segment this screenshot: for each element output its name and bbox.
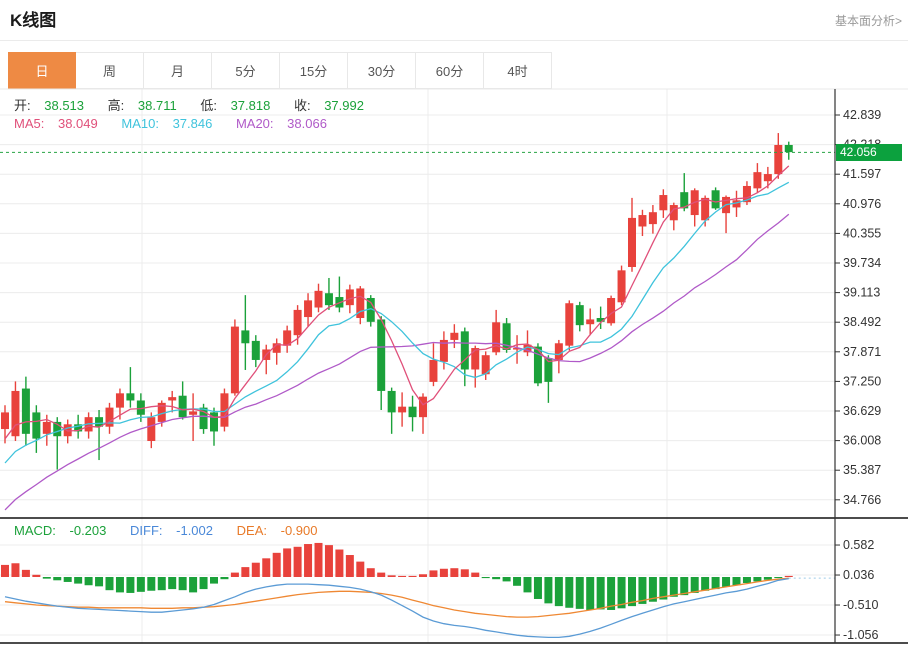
ma20-value: 38.066 (287, 116, 327, 131)
svg-text:40.976: 40.976 (843, 197, 881, 211)
svg-text:39.113: 39.113 (843, 286, 880, 300)
dea-label: DEA: (237, 523, 267, 538)
low-value: 37.818 (231, 98, 271, 113)
svg-text:0.036: 0.036 (843, 568, 874, 582)
dea-value: -0.900 (281, 523, 318, 538)
high-value: 38.711 (138, 98, 177, 113)
ohlc-row: 开: 38.513 高: 38.711 低: 37.818 收: 37.992 (14, 95, 384, 114)
svg-text:41.597: 41.597 (843, 167, 881, 181)
svg-text:36.008: 36.008 (843, 434, 881, 448)
macd-row: MACD: -0.203 DIFF: -1.002 DEA: -0.900 (14, 523, 337, 538)
gridlines (0, 89, 835, 643)
current-price-badge: 42.056 (836, 144, 902, 161)
axis-labels: 42.83942.21841.59740.97640.35539.73439.1… (835, 108, 881, 642)
kline-page: K线图 基本面分析> 日周月5分15分30分60分4时 42.83942.218… (0, 0, 908, 647)
svg-text:-1.056: -1.056 (843, 628, 878, 642)
svg-text:37.871: 37.871 (843, 345, 881, 359)
close-label: 收: (294, 98, 311, 113)
open-label: 开: (14, 98, 31, 113)
ma5-label: MA5: (14, 116, 44, 131)
svg-text:39.734: 39.734 (843, 256, 881, 270)
macd-histogram (1, 543, 793, 610)
svg-text:38.492: 38.492 (843, 315, 881, 329)
svg-text:35.387: 35.387 (843, 463, 881, 477)
macd-value: -0.203 (70, 523, 107, 538)
high-label: 高: (108, 98, 125, 113)
ma10-value: 37.846 (173, 116, 213, 131)
open-value: 38.513 (44, 98, 84, 113)
diff-label: DIFF: (130, 523, 163, 538)
macd-label: MACD: (14, 523, 56, 538)
svg-text:42.839: 42.839 (843, 108, 881, 122)
diff-value: -1.002 (176, 523, 213, 538)
svg-text:-0.510: -0.510 (843, 598, 878, 612)
close-value: 37.992 (324, 98, 364, 113)
ma20-label: MA20: (236, 116, 274, 131)
ma5-value: 38.049 (58, 116, 98, 131)
svg-text:37.250: 37.250 (843, 374, 881, 388)
candlesticks (1, 133, 793, 470)
ma-row: MA5: 38.049 MA10: 37.846 MA20: 38.066 (14, 116, 347, 131)
ma10-label: MA10: (121, 116, 159, 131)
svg-text:40.355: 40.355 (843, 226, 881, 240)
svg-text:34.766: 34.766 (843, 493, 881, 507)
ma20-line (5, 214, 789, 510)
low-label: 低: (200, 98, 217, 113)
svg-text:36.629: 36.629 (843, 404, 881, 418)
svg-text:0.582: 0.582 (843, 538, 874, 552)
